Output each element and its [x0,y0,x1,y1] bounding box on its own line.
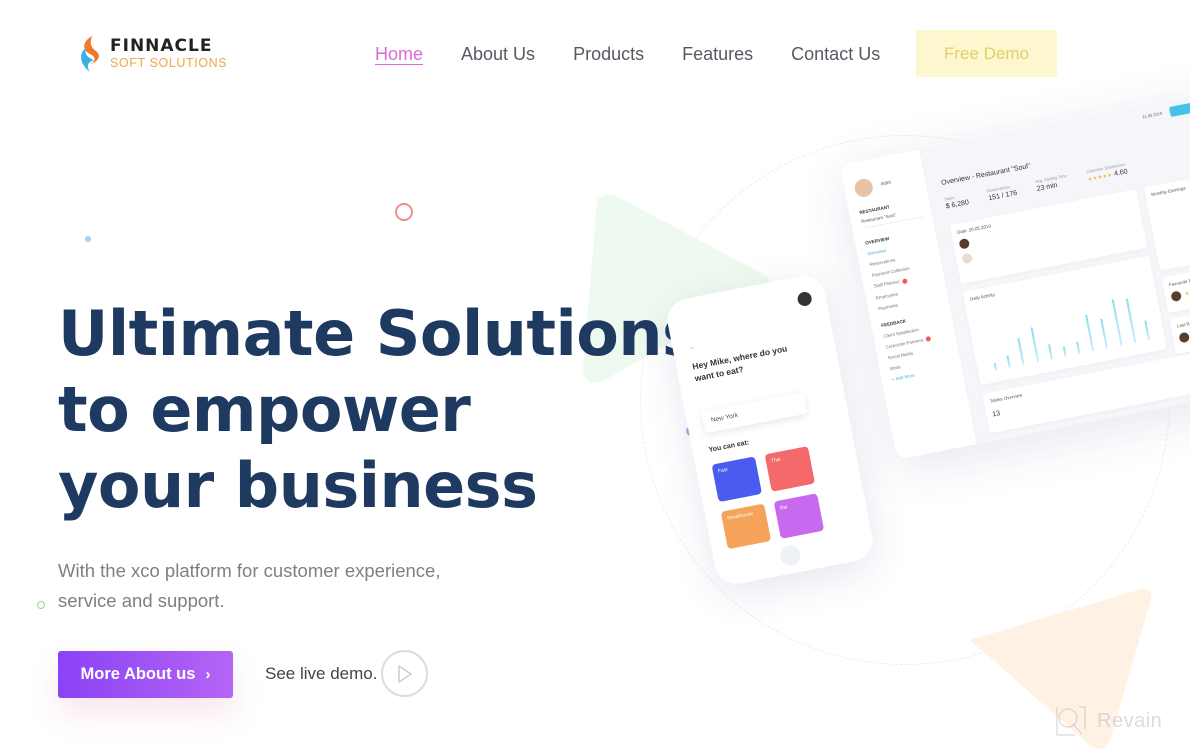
more-about-us-button[interactable]: More About us › [58,651,233,698]
person-avatar [961,252,974,265]
star-rating: ★★★★★ [1184,286,1190,298]
reviewer-avatar [1178,331,1190,344]
nav-contact-us[interactable]: Contact Us [791,44,880,65]
food-card-steakhouse: Steakhouse [720,503,772,550]
activity-bar [1144,320,1151,341]
phone-location-input: New York [701,391,808,434]
blue-dot-decoration [85,236,91,242]
stat-sales: Sales $ 6,280 [943,194,970,211]
logo-subtitle: SOFT SOLUTIONS [110,56,228,71]
activity-bar [1062,346,1067,357]
monthly-earnings-card: Monthly Earnings $124,000 [1143,168,1190,271]
activity-bar [993,362,998,371]
star-rating: ★★★★★ [1087,172,1114,183]
live-demo-label: See live demo. [265,663,378,683]
logo[interactable]: FINNACLE SOFT SOLUTIONS [76,34,227,74]
favourite-review-title: Favourite Review [1168,276,1190,288]
menu-item-label: Corporate Partners [885,336,924,350]
dashboard-mockup: Adel RESTAURANT Restaurant "Soul" OVERVI… [840,88,1190,460]
activity-bar [1125,298,1137,344]
nav-products[interactable]: Products [573,44,644,65]
dashboard-user-name: Adel [880,179,892,188]
see-live-demo-link[interactable]: See live demo. [265,650,429,697]
hero-title-line-2: to empower [58,373,471,446]
revain-watermark-text: Revain [1097,709,1163,732]
main-nav: Home About Us Products Features Contact … [375,30,918,78]
activity-bar [1030,327,1039,363]
reviewer-avatar [1170,290,1183,303]
hero-title-line-3: your business [58,449,538,522]
back-arrow-icon: ← [687,341,698,352]
play-icon [398,664,412,683]
dashboard-date: 21.05.2019 [1141,110,1163,120]
free-demo-button[interactable]: Free Demo [916,30,1057,77]
logo-name: FINNACLE [110,36,213,57]
notification-badge [925,335,932,342]
food-card-fast: Fast [711,456,763,503]
food-card-bar: Bar [773,493,825,539]
phone-section-label: You can eat: [708,439,750,454]
red-ring-decoration [395,203,413,221]
phone-home-button [778,543,803,568]
phone-food-cards: Fast Thai Steakhouse Bar [711,446,825,550]
flame-logo-icon [81,36,99,72]
nav-about-us[interactable]: About Us [461,44,535,65]
activity-bar [1111,298,1123,346]
dashboard-user-avatar [853,177,875,199]
dashboard-action-button [1169,100,1190,117]
hero-subtitle: With the xco platform for customer exper… [58,560,441,611]
more-about-us-label: More About us [80,665,196,683]
earnings-title: Monthly Earnings [1150,185,1186,198]
notification-badge [901,277,908,284]
phone-greeting: Hey Mike, where do you want to eat? [691,343,789,384]
phone-mockup: ← Hey Mike, where do you want to eat? Ne… [663,272,877,588]
activity-bar-chart [979,290,1155,372]
stat-reservations: Reservations 151 / 176 [986,184,1018,203]
activity-bar [1085,314,1095,352]
stat-satisfaction: Customer Satisfaction ★★★★★ 4.60 [1085,161,1129,183]
activity-bar [1047,344,1053,360]
green-ring-decoration [37,601,45,609]
activity-bar [1006,354,1011,368]
activity-bar [1076,341,1081,354]
nav-features[interactable]: Features [682,44,753,65]
person-avatar [958,237,971,250]
play-button[interactable] [381,650,429,697]
hero-title: Ultimate Solutions to empower your busin… [58,296,699,524]
menu-item-label: Staff Planner [873,279,900,289]
activity-bar [1017,337,1025,365]
revain-watermark: Revain [1055,705,1162,737]
chevron-right-icon: › [205,666,211,683]
earnings-value: $124,000 [1161,225,1190,248]
revain-logo-icon [1056,706,1086,736]
hero-title-line-1: Ultimate Solutions [58,297,699,370]
nav-home[interactable]: Home [375,44,423,65]
stat-waiting-time: Avg. Waiting Time 23 min [1034,172,1068,193]
phone-user-avatar [796,290,813,308]
activity-bar [1100,318,1109,349]
food-card-thai: Thai [764,446,816,492]
